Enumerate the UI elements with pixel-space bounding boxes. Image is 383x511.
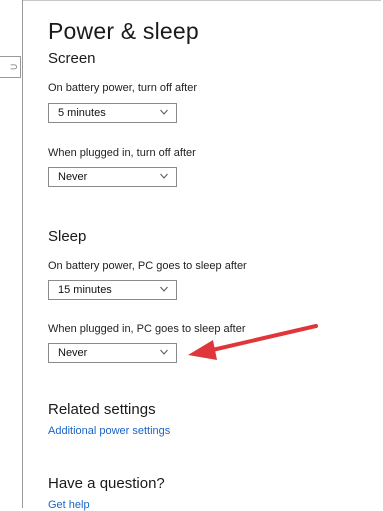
sleep-battery-value: 15 minutes (58, 284, 112, 296)
have-a-question-heading: Have a question? (48, 475, 165, 492)
get-help-link[interactable]: Get help (48, 499, 90, 511)
chevron-down-icon (160, 173, 168, 179)
screen-plugged-value: Never (58, 171, 88, 183)
screen-battery-dropdown[interactable]: 5 minutes (48, 103, 177, 123)
chevron-down-icon (160, 349, 168, 355)
sleep-battery-dropdown[interactable]: 15 minutes (48, 280, 177, 300)
sleep-battery-label: On battery power, PC goes to sleep after (48, 260, 247, 272)
chevron-down-icon (160, 109, 168, 115)
screen-plugged-dropdown[interactable]: Never (48, 167, 177, 187)
page-title: Power & sleep (48, 18, 199, 44)
sleep-plugged-dropdown[interactable]: Never (48, 343, 177, 363)
screen-plugged-label: When plugged in, turn off after (48, 147, 196, 159)
sleep-heading: Sleep (48, 228, 87, 245)
sleep-plugged-value: Never (58, 347, 88, 359)
screen-battery-label: On battery power, turn off after (48, 82, 197, 94)
screen-heading: Screen (48, 50, 96, 67)
nav-item-stub[interactable]: ⊃ (0, 56, 21, 78)
screen-battery-value: 5 minutes (58, 107, 106, 119)
related-settings-heading: Related settings (48, 401, 156, 418)
chevron-down-icon (160, 286, 168, 292)
additional-power-settings-link[interactable]: Additional power settings (48, 425, 170, 437)
annotation-arrow-icon (188, 324, 318, 360)
